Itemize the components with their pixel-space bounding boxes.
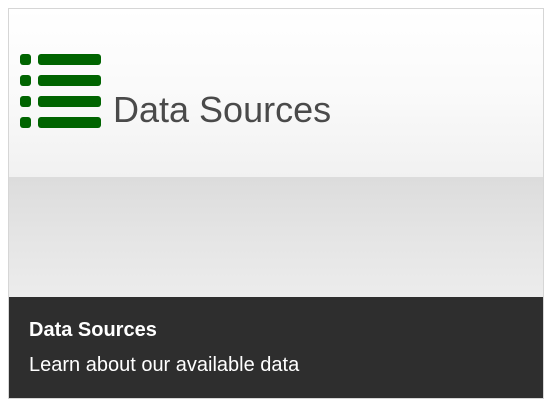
data-sources-tile[interactable]: Data Sources Data Sources Learn about ou… — [8, 8, 544, 399]
caption-title: Data Sources — [29, 319, 157, 341]
list-icon — [20, 54, 101, 128]
tile-header: Data Sources — [9, 9, 543, 177]
caption-description: Learn about our available data — [29, 354, 300, 376]
tile-header-title: Data Sources — [113, 89, 332, 130]
tile-image-band — [9, 177, 543, 297]
tile-caption: Data Sources Learn about our available d… — [9, 297, 543, 398]
